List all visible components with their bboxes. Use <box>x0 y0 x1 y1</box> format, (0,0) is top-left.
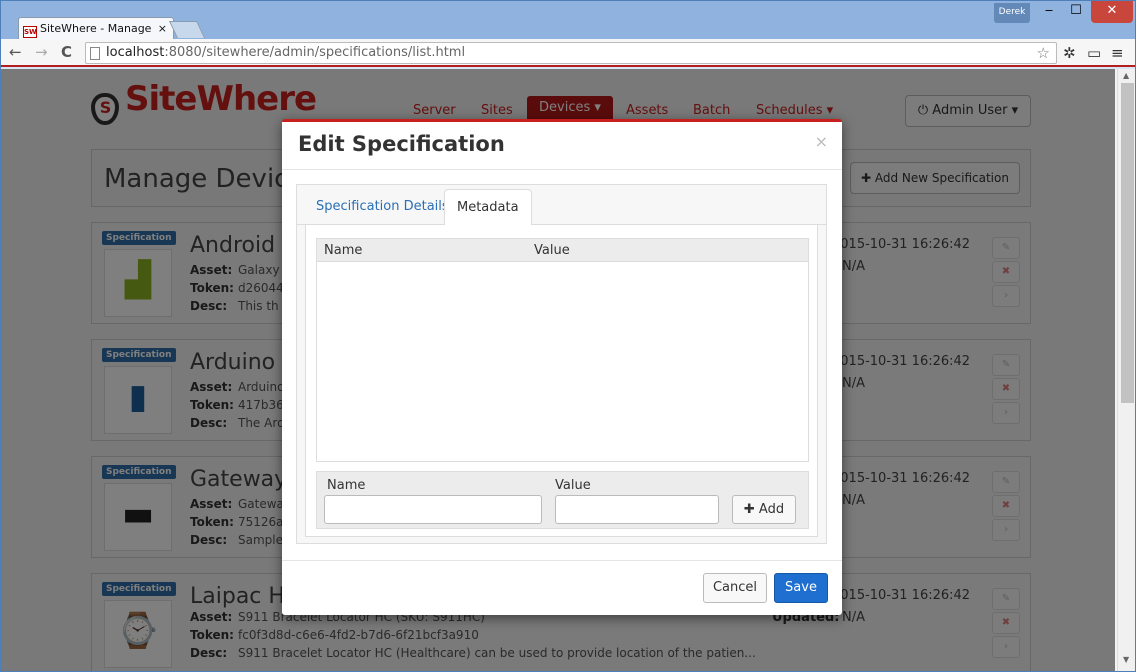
name-label: Name <box>327 478 366 493</box>
address-bar[interactable]: localhost:8080/sitewhere/admin/specifica… <box>85 42 1057 64</box>
back-arrow-icon[interactable]: ← <box>9 43 22 61</box>
metadata-tab-pane: Name Value Name Value ✚ Add <box>305 225 818 537</box>
edit-specification-dialog: Edit Specification × Specification Detai… <box>282 119 842 615</box>
add-metadata-button[interactable]: ✚ Add <box>732 495 796 524</box>
maximize-button[interactable]: ☐ <box>1063 1 1089 23</box>
metadata-value-input[interactable] <box>555 495 719 524</box>
chrome-menu-icon[interactable]: ≡ <box>1111 44 1124 62</box>
dialog-body: Specification Details Metadata Name Valu… <box>296 184 827 544</box>
save-button[interactable]: Save <box>774 573 828 603</box>
page-icon <box>90 47 100 60</box>
browser-tab[interactable]: SW SiteWhere - Manage × <box>18 17 174 39</box>
browser-toolbar: ← → C localhost:8080/sitewhere/admin/spe… <box>1 39 1135 67</box>
url-host: localhost <box>106 45 165 60</box>
scrollbar-thumb[interactable] <box>1121 83 1134 403</box>
new-tab-button[interactable] <box>169 21 205 38</box>
url-path: :8080/sitewhere/admin/specifications/lis… <box>164 45 466 60</box>
tab-title: SiteWhere - Manage <box>40 22 152 35</box>
tab-metadata[interactable]: Metadata <box>444 189 532 226</box>
dialog-close-icon[interactable]: × <box>815 132 828 151</box>
tab-specification-details[interactable]: Specification Details <box>316 199 449 214</box>
minimize-button[interactable]: ‒ <box>1035 1 1063 23</box>
page-scrollbar[interactable]: ▲ ▼ <box>1117 69 1135 671</box>
grid-header: Name Value <box>317 239 808 262</box>
page-content: SSiteWhere Server Sites Devices ▾ Assets… <box>1 69 1135 671</box>
metadata-name-input[interactable] <box>324 495 542 524</box>
cancel-button[interactable]: Cancel <box>703 573 767 603</box>
metadata-grid: Name Value <box>316 238 809 462</box>
close-window-button[interactable]: ✕ <box>1091 1 1133 23</box>
dialog-header: Edit Specification × <box>282 122 842 170</box>
forward-arrow-icon[interactable]: → <box>35 43 48 61</box>
metadata-add-row: Name Value ✚ Add <box>316 471 809 529</box>
reload-icon[interactable]: C <box>61 43 72 61</box>
value-label: Value <box>555 478 591 493</box>
profile-badge[interactable]: Derek <box>994 3 1030 23</box>
dialog-tabs: Specification Details Metadata <box>297 189 826 226</box>
sitewhere-favicon-icon: SW <box>23 26 37 38</box>
cast-icon[interactable]: ▭ <box>1087 44 1101 62</box>
extension-gear-icon[interactable]: ✲ <box>1063 44 1076 62</box>
scroll-down-arrow-icon[interactable]: ▼ <box>1123 655 1129 664</box>
dialog-title: Edit Specification <box>298 132 505 156</box>
grid-col-name[interactable]: Name <box>324 243 362 258</box>
browser-window: SW SiteWhere - Manage × Derek ‒ ☐ ✕ ← → C… <box>0 0 1136 672</box>
bookmark-star-icon[interactable]: ☆ <box>1037 44 1050 62</box>
title-bar: SW SiteWhere - Manage × Derek ‒ ☐ ✕ <box>1 1 1135 39</box>
dialog-footer: Cancel Save <box>282 560 842 616</box>
scroll-up-arrow-icon[interactable]: ▲ <box>1123 71 1129 80</box>
tab-close-icon[interactable]: × <box>158 22 167 35</box>
grid-col-value[interactable]: Value <box>534 243 570 258</box>
